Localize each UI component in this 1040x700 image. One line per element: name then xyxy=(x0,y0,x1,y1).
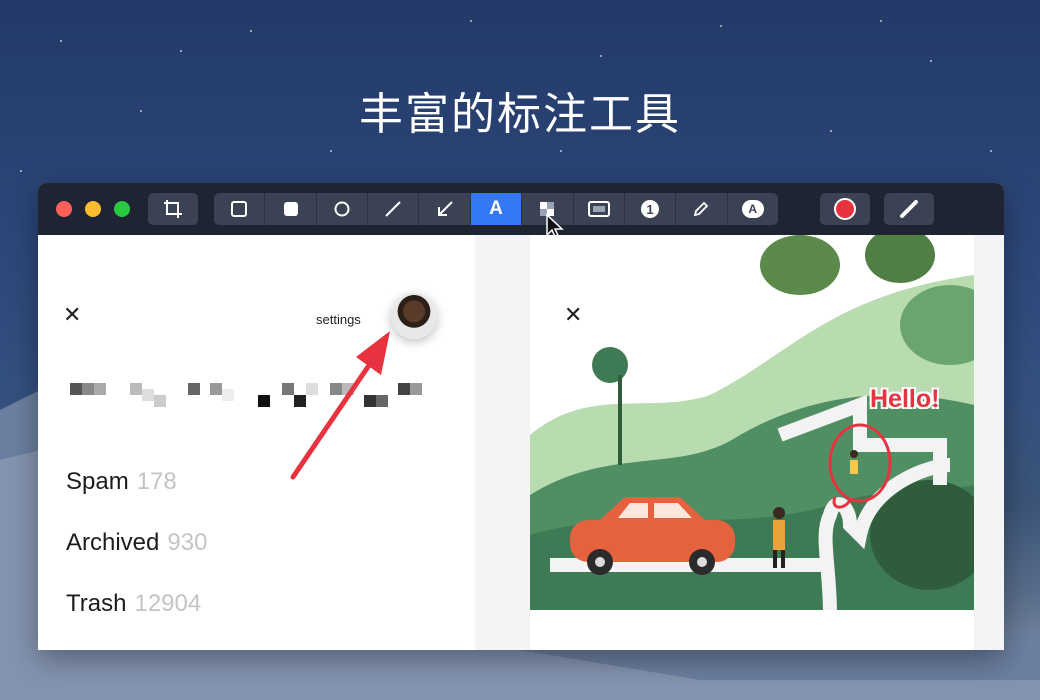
menu-count: 178 xyxy=(136,468,177,495)
pencil-icon xyxy=(694,201,709,217)
canvas-gutter xyxy=(475,235,530,650)
stroke-width-button[interactable] xyxy=(884,193,934,225)
menu-item-archived[interactable]: Archived 930 xyxy=(66,529,207,557)
menu-label: Archived xyxy=(66,529,160,556)
app-window: A 1 A ✕ settings Spam 178 Archived 930 T… xyxy=(38,183,1004,650)
close-window-button[interactable] xyxy=(56,201,72,217)
color-picker-button[interactable] xyxy=(820,193,870,225)
menu-item-trash[interactable]: Trash 12904 xyxy=(66,590,201,618)
ellipse-tool[interactable] xyxy=(317,193,369,225)
illustration-preview: Hello! ✕ xyxy=(530,235,974,650)
arrow-tool[interactable] xyxy=(419,193,471,225)
close-icon[interactable]: ✕ xyxy=(63,304,81,326)
settings-link[interactable]: settings xyxy=(316,312,361,327)
crop-icon xyxy=(164,200,182,218)
drawing-tools: A 1 A xyxy=(214,193,778,225)
menu-label: Trash xyxy=(66,590,127,617)
rectangle-tool[interactable] xyxy=(214,193,266,225)
minimize-window-button[interactable] xyxy=(85,201,101,217)
eraser-tool[interactable]: A xyxy=(728,193,778,225)
landscape-illustration xyxy=(530,235,974,610)
editor-canvas: ✕ settings Spam 178 Archived 930 Trash 1… xyxy=(38,235,1004,650)
rectangle-outline-icon xyxy=(231,201,248,217)
line-icon xyxy=(385,201,401,217)
arrow-icon xyxy=(437,201,453,216)
counter-icon: 1 xyxy=(641,200,660,218)
line-tool[interactable] xyxy=(368,193,420,225)
color-swatch xyxy=(834,198,856,220)
text-tool[interactable]: A xyxy=(470,193,523,225)
menu-label: Spam xyxy=(66,468,129,495)
filled-rectangle-tool[interactable] xyxy=(265,193,317,225)
close-icon[interactable]: ✕ xyxy=(564,304,582,326)
hello-text-annotation[interactable]: Hello! xyxy=(870,385,939,414)
avatar[interactable] xyxy=(391,293,437,339)
counter-tool[interactable]: 1 xyxy=(625,193,677,225)
brush-icon xyxy=(900,200,918,218)
crop-button[interactable] xyxy=(148,193,198,225)
rectangle-filled-icon xyxy=(283,202,298,216)
menu-item-spam[interactable]: Spam 178 xyxy=(66,468,177,496)
highlight-frame-icon xyxy=(587,201,610,217)
page-headline: 丰富的标注工具 xyxy=(359,89,681,140)
annotation-toolbar: A 1 A xyxy=(38,183,1004,241)
text-icon: A xyxy=(489,198,503,219)
eraser-icon: A xyxy=(741,200,764,218)
highlight-tool[interactable] xyxy=(574,193,625,225)
menu-count: 930 xyxy=(167,529,208,556)
email-app-preview: ✕ settings Spam 178 Archived 930 Trash 1… xyxy=(38,235,475,650)
pencil-tool[interactable] xyxy=(676,193,728,225)
canvas-edge xyxy=(974,235,1004,650)
ellipse-icon xyxy=(334,201,350,217)
menu-count: 12904 xyxy=(134,590,202,617)
zoom-window-button[interactable] xyxy=(114,201,130,217)
